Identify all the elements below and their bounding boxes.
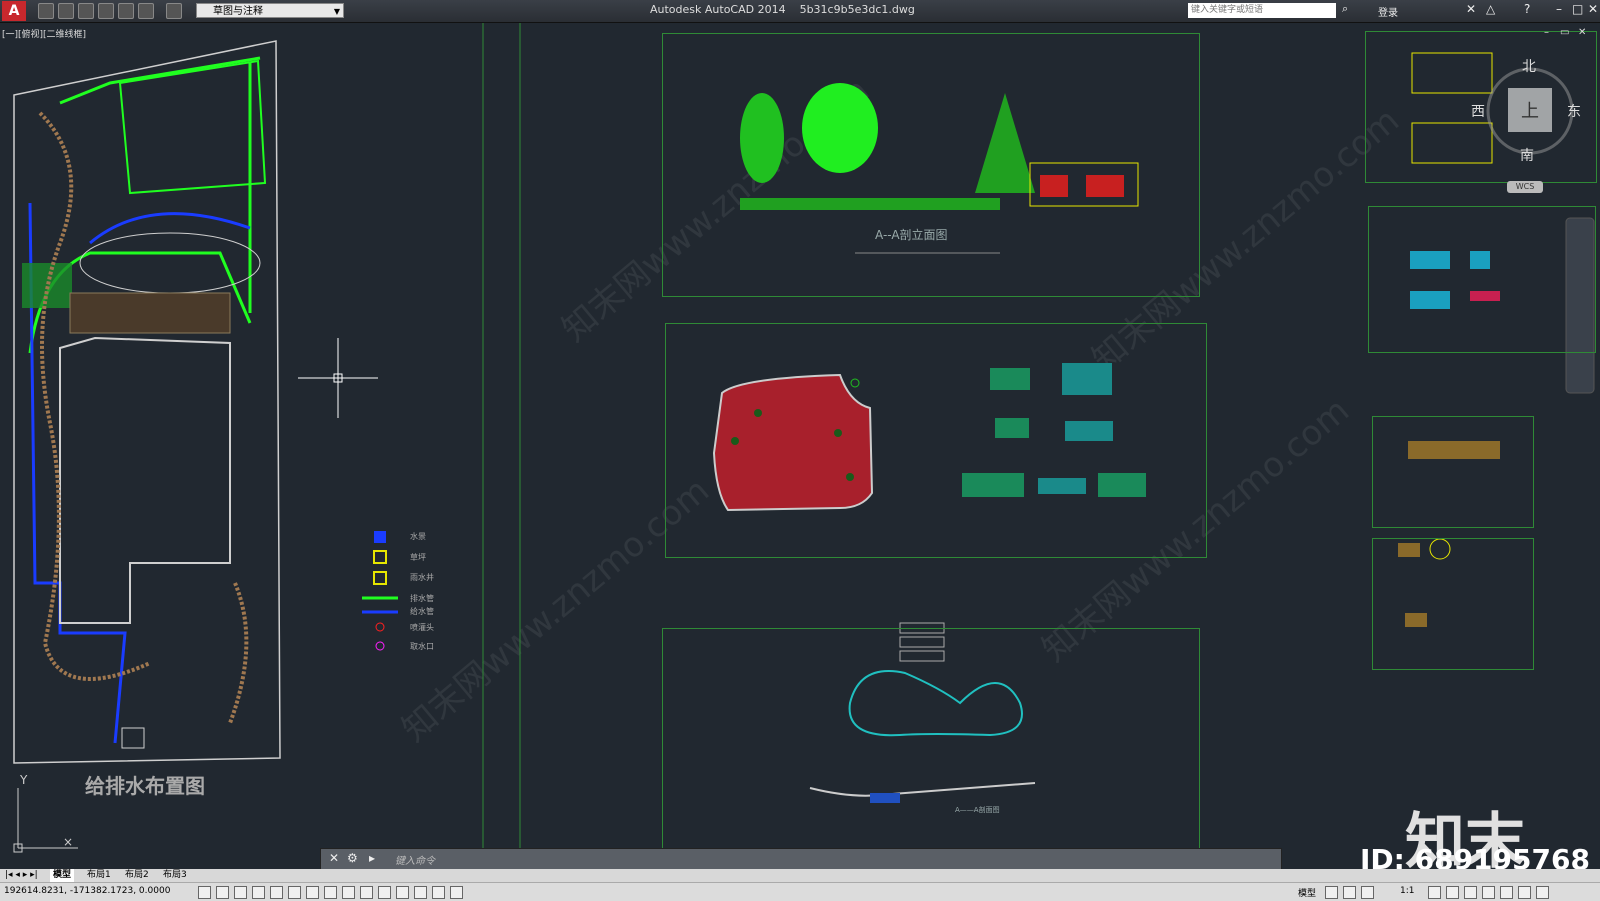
workspace-switch-icon[interactable]	[1446, 886, 1459, 899]
chevron-down-icon: ▼	[333, 7, 340, 16]
3d-osnap-icon[interactable]	[306, 886, 319, 899]
ucs-y-label: Y	[20, 773, 28, 787]
annotation-scale[interactable]: 1:1	[1400, 886, 1414, 896]
help-search-input[interactable]: 键入关键字或短语	[1188, 3, 1336, 18]
tab-layout1[interactable]: 布局1	[84, 869, 114, 882]
command-input[interactable]: 键入命令	[395, 852, 435, 867]
quick-view-icon[interactable]	[1343, 886, 1356, 899]
viewcube-north[interactable]: 北	[1522, 56, 1536, 76]
plan-caption: 给排水布置图	[85, 774, 205, 798]
triangle-icon[interactable]: △	[1486, 2, 1495, 16]
hardware-acceleration-icon[interactable]	[1482, 886, 1495, 899]
polar-tracking-icon[interactable]	[270, 886, 283, 899]
title-bar: A 草图与注释 ▼ Autodesk AutoCAD 2014 5b31c9b5…	[0, 0, 1600, 23]
lock-icon[interactable]	[1464, 886, 1477, 899]
redo-icon[interactable]	[166, 3, 182, 19]
drawing-canvas[interactable]: [一][俯视][二维线框] 知末网www.znzmo.com 知末网www.zn…	[0, 23, 1600, 869]
dynamic-input-icon[interactable]	[360, 886, 373, 899]
layout-tabs: |◂ ◂ ▸ ▸| 模型 布局1 布局2 布局3	[0, 869, 1600, 882]
viewport-minimize-icon[interactable]: –	[1544, 27, 1549, 38]
new-file-icon[interactable]	[38, 3, 54, 19]
viewport-restore-icon[interactable]: ▭	[1560, 27, 1569, 38]
legend-label: 雨水井	[410, 573, 434, 582]
layout-icon[interactable]	[1325, 886, 1338, 899]
command-line[interactable]: ✕ ⚙ ▸ 键入命令	[320, 848, 1282, 870]
otrack-icon[interactable]	[324, 886, 337, 899]
legend-label: 排水管	[410, 594, 434, 603]
model-space-label[interactable]: 模型	[1298, 886, 1316, 899]
close-icon[interactable]: ✕	[329, 851, 339, 865]
transparency-icon[interactable]	[396, 886, 409, 899]
binoculars-icon[interactable]: ⌕	[1342, 2, 1348, 16]
object-snap-icon[interactable]	[288, 886, 301, 899]
ortho-mode-icon[interactable]	[252, 886, 265, 899]
detail-sheet-3	[1372, 416, 1534, 528]
legend-label: 草坪	[410, 553, 426, 562]
command-history-icon[interactable]: ▸	[369, 851, 375, 865]
pan-icon[interactable]	[1361, 886, 1374, 899]
close-icon[interactable]: ✕	[1588, 2, 1598, 16]
help-icon[interactable]: ?	[1524, 2, 1530, 16]
status-settings-icon[interactable]	[1518, 886, 1531, 899]
elevation-sheet	[662, 33, 1200, 297]
viewcube-top-face[interactable]: 上	[1521, 97, 1539, 123]
pond-sheet	[662, 628, 1200, 869]
legend-label: 取水口	[410, 642, 434, 651]
status-bar: 192614.8231, -171382.1723, 0.0000 模型 1:1	[0, 882, 1600, 901]
wcs-menu[interactable]: WCS	[1507, 181, 1543, 193]
snap-mode-icon[interactable]	[216, 886, 229, 899]
legend-label: 水景	[410, 532, 426, 541]
detail-sheet-2	[1368, 206, 1596, 353]
save-as-icon[interactable]	[98, 3, 114, 19]
selection-cycling-icon[interactable]	[432, 886, 445, 899]
viewcube-east[interactable]: 东	[1567, 101, 1581, 121]
workspace-label: 草图与注释	[213, 6, 263, 17]
planting-sheet	[665, 323, 1207, 558]
tab-model[interactable]: 模型	[50, 869, 75, 882]
autocad-logo-button[interactable]: A	[2, 1, 26, 21]
annotation-monitor-icon[interactable]	[450, 886, 463, 899]
grid-display-icon[interactable]	[234, 886, 247, 899]
pond-section-caption: A——A剖面图	[955, 806, 1000, 814]
lineweight-icon[interactable]	[378, 886, 391, 899]
coordinates-readout[interactable]: 192614.8231, -171382.1723, 0.0000	[4, 886, 170, 896]
quick-properties-icon[interactable]	[414, 886, 427, 899]
legend-label: 给水管	[410, 607, 434, 616]
isolate-objects-icon[interactable]	[1500, 886, 1513, 899]
wrench-icon[interactable]: ⚙	[347, 851, 358, 865]
detail-sheet-4	[1372, 538, 1534, 670]
legend-label: 喷灌头	[410, 623, 434, 632]
site-plan	[13, 40, 281, 764]
infer-constraints-icon[interactable]	[198, 886, 211, 899]
maximize-icon[interactable]: □	[1572, 2, 1583, 16]
tab-layout2[interactable]: 布局2	[122, 869, 152, 882]
window-title: Autodesk AutoCAD 2014 5b31c9b5e3dc1.dwg	[650, 3, 915, 16]
legend-symbols	[362, 531, 398, 651]
login-link[interactable]: 登录	[1378, 4, 1398, 19]
ducs-icon[interactable]	[342, 886, 355, 899]
tab-layout3[interactable]: 布局3	[160, 869, 190, 882]
ucs-x-mark: ×	[63, 835, 74, 849]
plot-icon[interactable]	[118, 3, 134, 19]
workspace-select[interactable]: 草图与注释 ▼	[196, 3, 344, 18]
tab-nav-arrows[interactable]: |◂ ◂ ▸ ▸|	[2, 869, 41, 882]
clean-screen-icon[interactable]	[1536, 886, 1549, 899]
minimize-icon[interactable]: –	[1556, 2, 1562, 16]
open-file-icon[interactable]	[58, 3, 74, 19]
elevation-caption: A--A剖立面图	[875, 228, 948, 242]
crosshair-cursor	[298, 338, 378, 418]
viewport-close-icon[interactable]: ✕	[1578, 27, 1586, 38]
annotation-visibility-icon[interactable]	[1428, 886, 1441, 899]
viewcube-south[interactable]: 南	[1520, 145, 1534, 165]
exchange-icon[interactable]: ✕	[1466, 2, 1476, 16]
viewcube-west[interactable]: 西	[1471, 101, 1485, 121]
undo-icon[interactable]	[138, 3, 154, 19]
save-icon[interactable]	[78, 3, 94, 19]
